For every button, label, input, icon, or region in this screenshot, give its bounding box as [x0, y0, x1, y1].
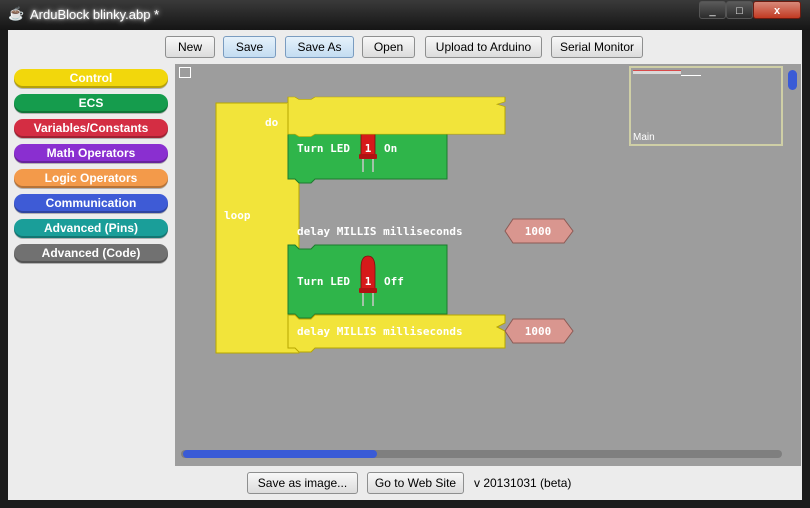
vertical-scroll-thumb[interactable] [788, 70, 797, 90]
upload-to-arduino-button[interactable]: Upload to Arduino [425, 36, 542, 58]
led-off-prefix: Turn LED [297, 275, 350, 288]
open-button[interactable]: Open [362, 36, 415, 58]
minimap[interactable]: Main [629, 66, 783, 146]
title-bar[interactable]: ☕ ArduBlock blinky.abp * _ □ x [0, 0, 810, 30]
led-off-state: Off [384, 275, 404, 288]
app-window: ☕ ArduBlock blinky.abp * _ □ x New Save … [0, 0, 810, 508]
category-math-operators[interactable]: Math Operators [14, 144, 168, 163]
category-variables-constants[interactable]: Variables/Constants [14, 119, 168, 138]
save-as-button[interactable]: Save As [285, 36, 354, 58]
horizontal-scroll-thumb[interactable] [183, 450, 377, 458]
led-on-prefix: Turn LED [297, 142, 350, 155]
serial-monitor-button[interactable]: Serial Monitor [551, 36, 643, 58]
loop-label: loop [224, 209, 251, 222]
delay-1-label: delay MILLIS milliseconds [297, 225, 463, 238]
led-off-block[interactable]: Turn LED 1 Off [287, 244, 448, 319]
do-label: do [265, 116, 279, 129]
save-button[interactable]: Save [223, 36, 276, 58]
led-on-state: On [384, 142, 397, 155]
main-panel: New Save Save As Open Upload to Arduino … [8, 30, 802, 500]
vertical-scrollbar[interactable] [786, 64, 799, 466]
java-app-icon: ☕ [8, 6, 25, 21]
delay-2-value: 1000 [525, 325, 552, 338]
delay-block-2[interactable]: delay MILLIS milliseconds 1000 [287, 314, 574, 353]
category-logic-operators[interactable]: Logic Operators [14, 169, 168, 188]
delay-1-value: 1000 [525, 225, 552, 238]
category-communication[interactable]: Communication [14, 194, 168, 213]
go-to-web-site-button[interactable]: Go to Web Site [367, 472, 464, 494]
save-as-image-button[interactable]: Save as image... [247, 472, 358, 494]
minimize-button[interactable]: _ [699, 1, 726, 19]
program-canvas[interactable]: loop do Turn LED 1 On delay MILLIS milli… [175, 64, 801, 466]
led-on-pin: 1 [365, 142, 372, 155]
minimap-viewport[interactable] [633, 70, 681, 74]
new-button[interactable]: New [165, 36, 215, 58]
close-button[interactable]: x [753, 1, 801, 19]
category-advanced-code[interactable]: Advanced (Code) [14, 244, 168, 263]
maximize-button[interactable]: □ [726, 1, 753, 19]
footer-bar: Save as image... Go to Web Site [8, 466, 802, 500]
version-label: v 20131031 (beta) [474, 476, 572, 490]
window-title: ArduBlock blinky.abp * [30, 7, 160, 22]
category-ecs[interactable]: ECS [14, 94, 168, 113]
category-control[interactable]: Control [14, 69, 168, 88]
delay-2-label: delay MILLIS milliseconds [297, 325, 463, 338]
led-off-pin: 1 [365, 275, 372, 288]
toolbar: New Save Save As Open Upload to Arduino … [8, 30, 802, 64]
minimap-block-marker [681, 75, 701, 76]
category-advanced-pins[interactable]: Advanced (Pins) [14, 219, 168, 238]
minimap-label: Main [633, 132, 655, 143]
block-category-palette: Control ECS Variables/Constants Math Ope… [8, 64, 174, 466]
